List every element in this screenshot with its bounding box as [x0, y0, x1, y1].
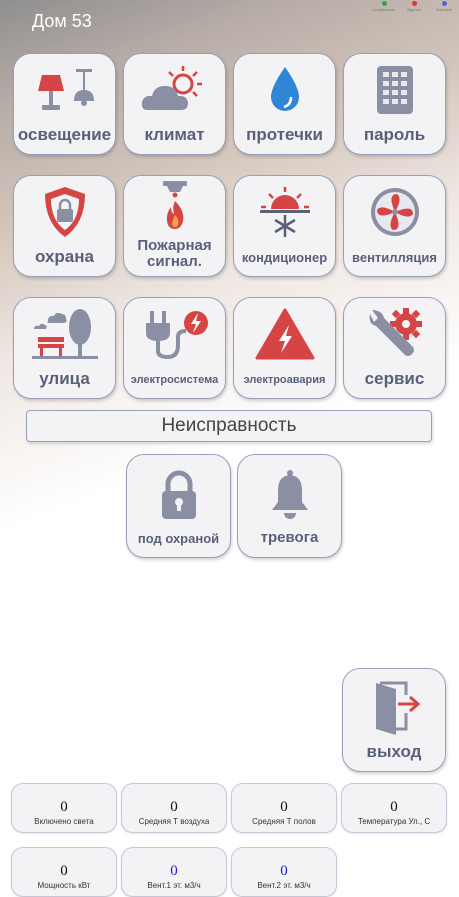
electrical-failure-button[interactable]: электроавария [233, 297, 336, 399]
street-label: улица [39, 369, 90, 388]
air-conditioner-button[interactable]: кондиционер [233, 175, 336, 277]
lock-icon [127, 467, 230, 523]
log-indicator: Журнал [401, 1, 427, 12]
avg-air-temp-caption: Средняя Т воздуха [138, 817, 210, 826]
service-button[interactable]: сервис [343, 297, 446, 399]
vent1-flow-readout: 0 Вент.1 эт. м3/ч [121, 847, 227, 897]
power-value: 0 [60, 863, 68, 879]
wrench-gear-icon [344, 306, 445, 362]
vent2-flow-readout: 0 Вент.2 эт. м3/ч [231, 847, 337, 897]
exit-label: выход [366, 742, 422, 761]
high-voltage-icon [234, 306, 335, 362]
water-drop-icon [234, 62, 335, 118]
climate-button[interactable]: климат [123, 53, 226, 155]
street-temp-readout: 0 Температура Ул., С [341, 783, 447, 833]
fire-alarm-icon [124, 178, 225, 234]
ventilation-button[interactable]: вентилляция [343, 175, 446, 277]
electrical-system-label: электросистема [130, 374, 219, 386]
avg-floor-temp-value: 0 [280, 799, 288, 815]
lighting-button[interactable]: освещение [13, 53, 116, 155]
lights-on-readout: 0 Включено света [11, 783, 117, 833]
bell-icon [238, 467, 341, 523]
avg-air-temp-readout: 0 Средняя Т воздуха [121, 783, 227, 833]
vent2-flow-caption: Вент.2 эт. м3/ч [257, 881, 311, 890]
password-button[interactable]: пароль [343, 53, 446, 155]
status-indicators: Соединение Журнал Фоновое [371, 1, 457, 12]
power-caption: Мощность кВт [37, 881, 91, 890]
vent2-flow-value: 0 [280, 863, 288, 879]
connection-indicator: Соединение [371, 1, 397, 12]
street-temp-caption: Температура Ул., С [357, 817, 431, 826]
armed-status-button[interactable]: под охраной [126, 454, 231, 558]
sun-snowflake-icon [234, 184, 335, 240]
exit-door-icon [343, 679, 445, 735]
fire-alarm-label: Пожарная сигнал. [137, 237, 212, 270]
keypad-icon [344, 62, 445, 118]
fire-alarm-button[interactable]: Пожарная сигнал. [123, 175, 226, 277]
plug-icon [124, 306, 225, 362]
security-button[interactable]: охрана [13, 175, 116, 277]
alarm-status-label: тревога [260, 529, 319, 546]
lights-on-value: 0 [60, 799, 68, 815]
app-title: Дом 53 [32, 11, 92, 31]
avg-air-temp-value: 0 [170, 799, 178, 815]
vent1-flow-caption: Вент.1 эт. м3/ч [147, 881, 201, 890]
air-conditioner-label: кондиционер [241, 250, 328, 265]
avg-floor-temp-readout: 0 Средняя Т полов [231, 783, 337, 833]
weather-icon [124, 62, 225, 118]
electrical-system-button[interactable]: электросистема [123, 297, 226, 399]
vent1-flow-value: 0 [170, 863, 178, 879]
shield-lock-icon [14, 184, 115, 240]
exit-button[interactable]: выход [342, 668, 446, 772]
service-label: сервис [364, 369, 425, 388]
leaks-button[interactable]: протечки [233, 53, 336, 155]
climate-label: климат [144, 125, 205, 144]
password-label: пароль [363, 125, 426, 144]
fault-button[interactable]: Неисправность [26, 410, 432, 442]
armed-status-label: под охраной [137, 531, 220, 546]
lamp-icon [14, 62, 115, 118]
lighting-label: освещение [17, 125, 112, 144]
fan-icon [344, 184, 445, 240]
power-readout: 0 Мощность кВт [11, 847, 117, 897]
background-indicator: Фоновое [431, 1, 457, 12]
alarm-status-button[interactable]: тревога [237, 454, 342, 558]
street-button[interactable]: улица [13, 297, 116, 399]
lights-on-caption: Включено света [34, 817, 94, 826]
security-label: охрана [35, 247, 94, 266]
avg-floor-temp-caption: Средняя Т полов [252, 817, 316, 826]
leaks-label: протечки [246, 125, 323, 144]
street-temp-value: 0 [390, 799, 398, 815]
ventilation-label: вентилляция [352, 250, 437, 265]
park-icon [14, 306, 115, 362]
electrical-failure-label: электроавария [243, 374, 326, 386]
